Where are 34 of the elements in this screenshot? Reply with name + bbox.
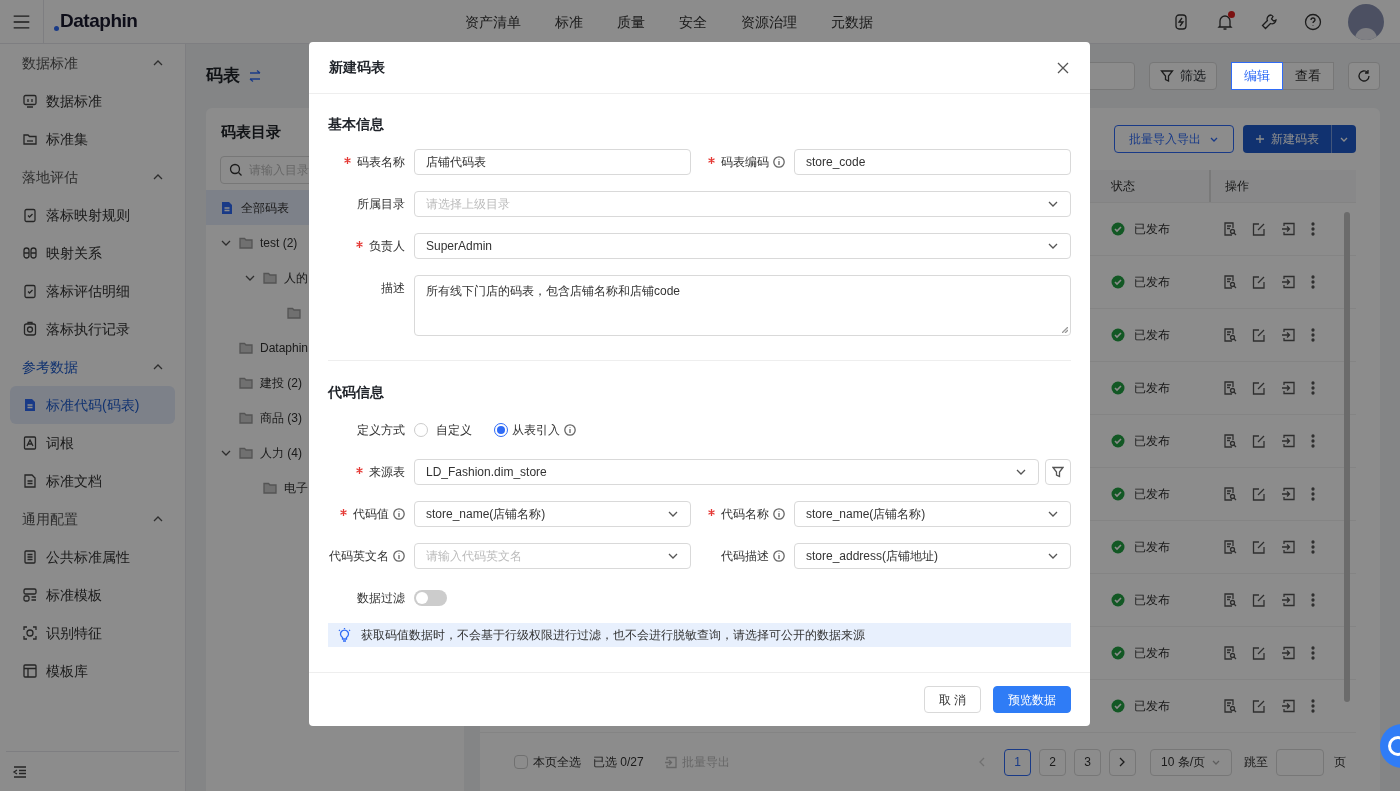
selection-count: 已选 0/27 xyxy=(593,754,644,771)
page-title: 码表 xyxy=(206,65,240,88)
field-label: 代码值 xyxy=(353,506,389,523)
status-text: 已发布 xyxy=(1134,698,1170,715)
field-label: 码表名称 xyxy=(357,154,405,171)
status-text: 已发布 xyxy=(1134,221,1170,238)
status-text: 已发布 xyxy=(1134,433,1170,450)
field-label: 所属目录 xyxy=(357,196,405,213)
status-text: 已发布 xyxy=(1134,645,1170,662)
panel-title: 码表目录 xyxy=(221,121,281,142)
column-header: 操作 xyxy=(1209,170,1356,202)
alert-text: 获取码值数据时，不会基于行级权限进行过滤，也不会进行脱敏查询，请选择可公开的数据来源 xyxy=(361,627,865,644)
column-header: 状态 xyxy=(1111,178,1136,195)
status-text: 已发布 xyxy=(1134,380,1170,397)
status-text: 已发布 xyxy=(1134,592,1170,609)
logo: Dataphin xyxy=(54,7,138,36)
section-heading: 代码信息 xyxy=(328,383,385,402)
field-label: 码表编码 xyxy=(721,154,769,171)
status-text: 已发布 xyxy=(1134,539,1170,556)
jump-label: 跳至 xyxy=(1244,754,1268,771)
field-label: 代码英文名 xyxy=(329,548,389,565)
field-label: 来源表 xyxy=(369,464,405,481)
dialog-title: 新建码表 xyxy=(329,58,385,77)
field-label: 描述 xyxy=(381,280,405,297)
section-heading: 基本信息 xyxy=(328,115,385,134)
status-text: 已发布 xyxy=(1134,486,1170,503)
status-text: 已发布 xyxy=(1134,327,1170,344)
field-label: 数据过滤 xyxy=(357,590,405,607)
field-label: 定义方式 xyxy=(357,422,405,439)
field-label: 代码描述 xyxy=(721,548,769,565)
field-label: 代码名称 xyxy=(721,506,769,523)
field-label: 负责人 xyxy=(369,238,405,255)
status-text: 已发布 xyxy=(1134,274,1170,291)
page-unit-label: 页 xyxy=(1334,754,1346,771)
